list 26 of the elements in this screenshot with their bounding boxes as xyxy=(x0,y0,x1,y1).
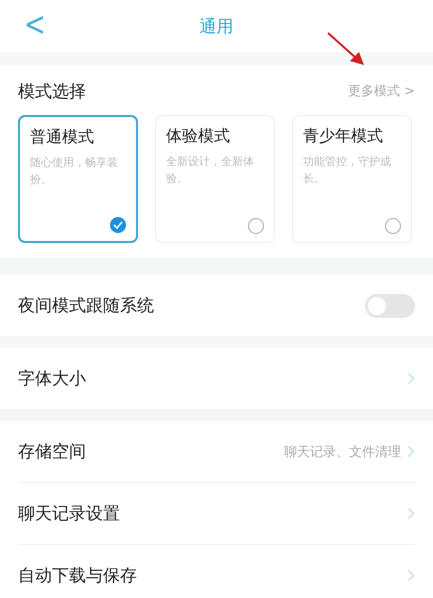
setting-row[interactable]: 自动下载与保存 xyxy=(18,545,415,598)
setting-label: 聊天记录设置 xyxy=(18,503,121,525)
setting-row[interactable]: 聊天记录设置 xyxy=(18,483,415,545)
chevron-icon xyxy=(407,445,415,458)
setting-label: 自动下载与保存 xyxy=(18,565,138,587)
mode-name: 普通模式 xyxy=(30,127,95,148)
mode-description: 全新设计，全新体验。 xyxy=(166,154,255,187)
chevron-icon xyxy=(407,569,415,582)
setting-detail: 聊天记录、文件清理 xyxy=(284,444,401,460)
mode-name: 体验模式 xyxy=(166,126,231,147)
annotation-arrow xyxy=(326,31,366,67)
section-title: 模式选择 xyxy=(18,80,86,102)
toggle-switch[interactable] xyxy=(365,294,415,318)
setting-label: 存储空间 xyxy=(18,441,87,463)
mode-card[interactable]: 体验模式 全新设计，全新体验。 xyxy=(155,115,275,243)
chevron-icon xyxy=(407,507,415,520)
mode-card[interactable]: 普通模式 随心使用，畅享装扮。 xyxy=(18,115,138,243)
setting-label: 夜间模式跟随系统 xyxy=(18,295,155,317)
setting-row[interactable]: 存储空间 聊天记录、文件清理 xyxy=(18,421,415,483)
mode-card[interactable]: 青少年模式 功能管控，守护成长。 xyxy=(292,115,412,243)
chevron-icon xyxy=(407,372,415,385)
mode-description: 功能管控，守护成长。 xyxy=(303,154,392,187)
mode-description: 随心使用，畅享装扮。 xyxy=(30,155,119,188)
mode-name: 青少年模式 xyxy=(303,126,384,147)
page-title: 通用 xyxy=(200,16,234,38)
setting-label: 字体大小 xyxy=(18,368,87,390)
